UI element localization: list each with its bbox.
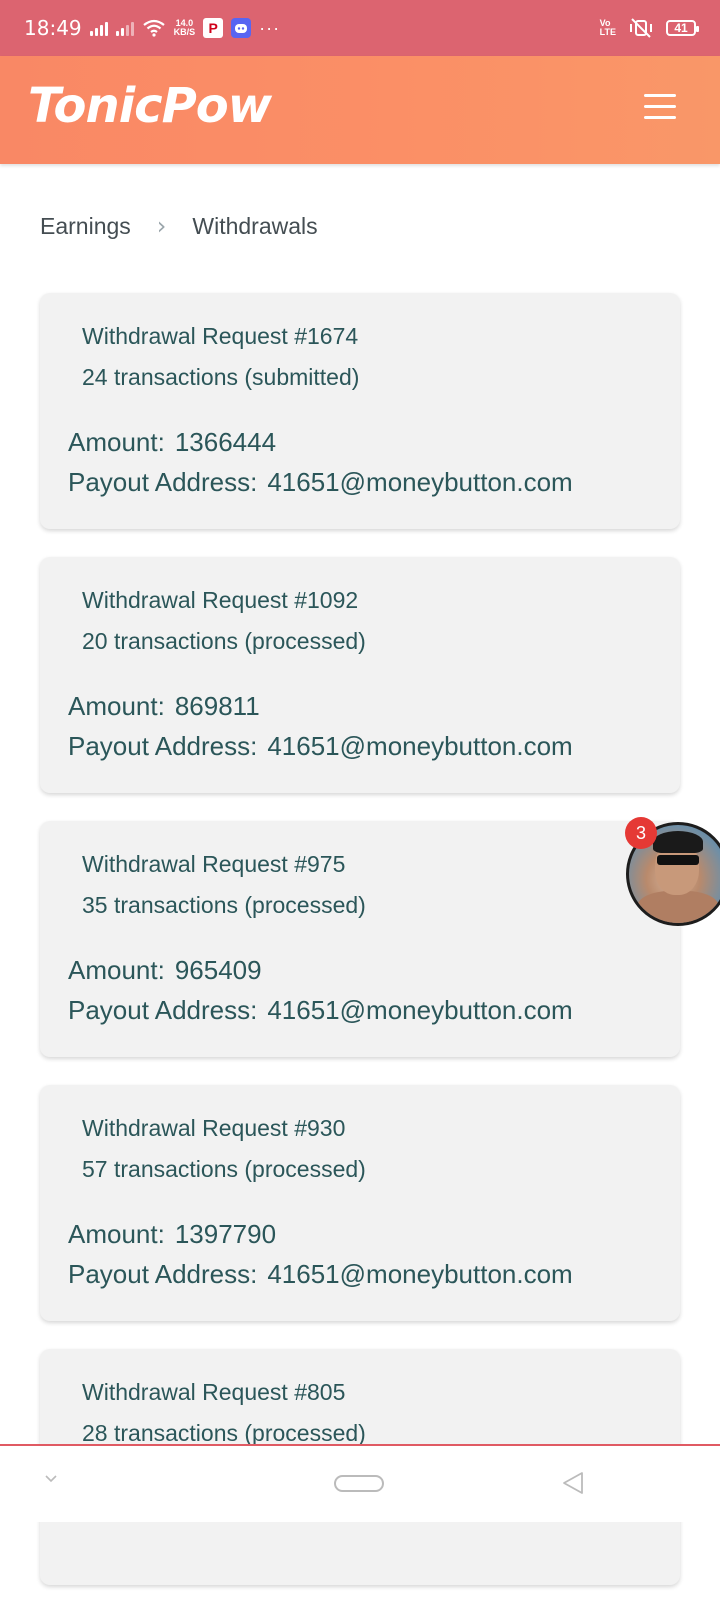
amount-value: 965409 <box>174 955 262 985</box>
withdrawal-amount: Amount: 1366444 <box>68 427 276 458</box>
withdrawal-amount: Amount: 1397790 <box>68 1219 276 1250</box>
system-nav-bar <box>0 1444 720 1522</box>
tonicpow-logo[interactable]: TonicPow <box>28 78 272 134</box>
avatar-body <box>637 891 719 923</box>
withdrawal-list: Withdrawal Request #1674 24 transactions… <box>40 293 680 1613</box>
status-left: 18:49 14.0 KB/S P ··· <box>24 16 280 40</box>
withdrawal-payout: Payout Address: 41651@moneybutton.com <box>68 1259 573 1290</box>
pinterest-icon: P <box>203 18 224 38</box>
breadcrumb-withdrawals[interactable]: Withdrawals <box>192 213 317 240</box>
amount-value: 1397790 <box>174 1219 277 1249</box>
withdrawal-amount: Amount: 869811 <box>68 691 260 722</box>
network-speed: 14.0 KB/S <box>174 19 196 37</box>
withdrawal-card[interactable]: Withdrawal Request #975 35 transactions … <box>40 821 680 1057</box>
notification-badge[interactable]: 3 <box>625 817 657 849</box>
payout-label: Payout Address: <box>68 1259 258 1289</box>
withdrawal-transactions: 28 transactions (processed) <box>82 1420 366 1446</box>
menu-line <box>644 116 676 119</box>
withdrawal-title: Withdrawal Request #1674 <box>82 323 359 349</box>
avatar-sunglasses <box>657 855 699 865</box>
breadcrumb: Earnings › Withdrawals <box>40 212 318 240</box>
amount-label: Amount: <box>68 1219 165 1249</box>
volte-icon: Vo LTE <box>600 19 616 37</box>
withdrawal-payout: Payout Address: 41651@moneybutton.com <box>68 731 573 762</box>
withdrawal-transactions: 20 transactions (processed) <box>82 628 366 654</box>
signal-icon-2 <box>115 20 134 36</box>
withdrawal-card[interactable]: Withdrawal Request #1674 24 transactions… <box>40 293 680 529</box>
withdrawal-card[interactable]: Withdrawal Request #1092 20 transactions… <box>40 557 680 793</box>
amount-label: Amount: <box>68 427 165 457</box>
withdrawal-payout: Payout Address: 41651@moneybutton.com <box>68 995 573 1026</box>
battery-icon: 41 <box>666 20 699 36</box>
payout-address: 41651@moneybutton.com <box>267 1259 573 1289</box>
amount-label: Amount: <box>68 691 165 721</box>
clock: 18:49 <box>24 16 82 40</box>
menu-line <box>644 94 676 97</box>
amount-label: Amount: <box>68 955 165 985</box>
withdrawal-title: Withdrawal Request #1092 <box>82 587 359 613</box>
chevron-right-icon: › <box>156 212 167 240</box>
withdrawal-title: Withdrawal Request #975 <box>82 851 346 877</box>
payout-label: Payout Address: <box>68 467 258 497</box>
back-triangle-icon[interactable] <box>560 1470 586 1496</box>
payout-label: Payout Address: <box>68 995 258 1025</box>
withdrawal-payout: Payout Address: 41651@moneybutton.com <box>68 467 573 498</box>
withdrawal-title: Withdrawal Request #805 <box>82 1379 346 1405</box>
breadcrumb-earnings[interactable]: Earnings <box>40 213 131 240</box>
withdrawal-transactions: 35 transactions (processed) <box>82 892 366 918</box>
withdrawal-title: Withdrawal Request #930 <box>82 1115 346 1141</box>
more-notifications-icon: ··· <box>259 17 281 38</box>
app-header: TonicPow <box>0 56 720 164</box>
menu-line <box>644 105 676 108</box>
discord-icon <box>231 18 252 38</box>
status-right: Vo LTE 41 <box>600 18 699 38</box>
avatar-hair <box>653 831 703 853</box>
withdrawal-transactions: 24 transactions (submitted) <box>82 364 360 390</box>
payout-address: 41651@moneybutton.com <box>267 995 573 1025</box>
volte-bottom: LTE <box>599 27 616 37</box>
withdrawal-card[interactable]: Withdrawal Request #930 57 transactions … <box>40 1085 680 1321</box>
amount-value: 1366444 <box>174 427 277 457</box>
signal-icon <box>89 20 108 36</box>
chevron-down-icon[interactable] <box>44 1472 58 1486</box>
status-bar: 18:49 14.0 KB/S P ··· Vo LTE 41 <box>0 0 720 56</box>
network-speed-unit: KB/S <box>173 27 196 37</box>
hamburger-menu-icon[interactable] <box>640 94 680 126</box>
payout-label: Payout Address: <box>68 731 258 761</box>
payout-address: 41651@moneybutton.com <box>267 467 573 497</box>
vibrate-mute-icon <box>630 18 652 38</box>
amount-value: 869811 <box>174 691 260 721</box>
withdrawal-amount: Amount: 965409 <box>68 955 262 986</box>
wifi-icon <box>142 19 165 37</box>
withdrawal-transactions: 57 transactions (processed) <box>82 1156 366 1182</box>
withdrawal-payout <box>68 1523 78 1554</box>
home-pill-icon[interactable] <box>334 1475 384 1492</box>
payout-address: 41651@moneybutton.com <box>267 731 573 761</box>
